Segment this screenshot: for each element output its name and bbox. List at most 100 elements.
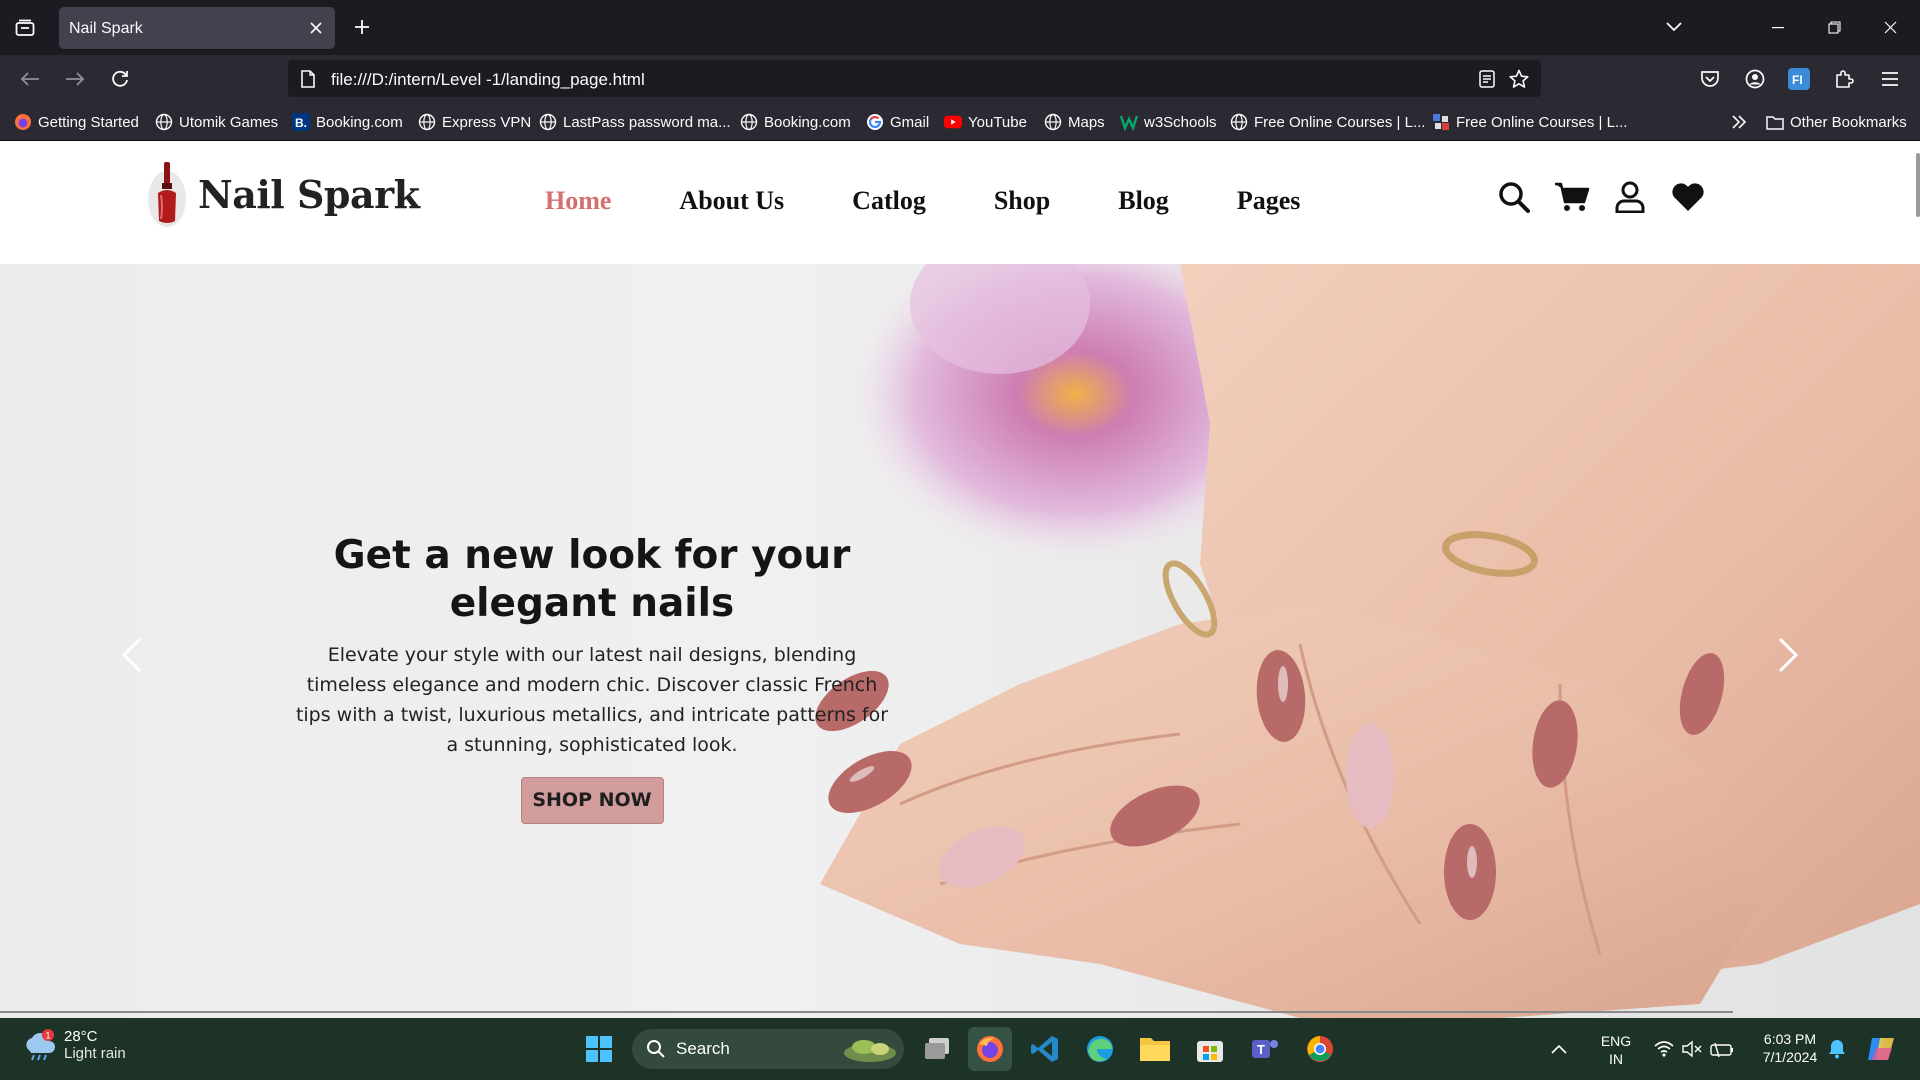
wifi-volume-battery-icons: [1654, 1040, 1733, 1058]
carousel-next-button[interactable]: [1768, 630, 1808, 680]
globe-icon: [740, 113, 758, 131]
menu-item-home[interactable]: Home: [545, 186, 611, 216]
hero-hands-image: [815, 264, 1920, 1018]
bookmark-item[interactable]: Maps: [1044, 111, 1105, 133]
reload-button[interactable]: [104, 63, 136, 95]
browser-window: Nail Spark file:///D:/intern/Level -1/la…: [0, 0, 1920, 1080]
bookmark-item[interactable]: YouTube: [944, 111, 1027, 133]
arrow-right-icon: [66, 72, 85, 86]
bookmark-item[interactable]: Gmail: [866, 111, 929, 133]
user-icon[interactable]: [1612, 179, 1648, 215]
bookmark-label: w3Schools: [1144, 113, 1217, 131]
bookmark-item[interactable]: LastPass password ma...: [539, 111, 731, 133]
taskbar-search-label: Search: [676, 1039, 730, 1058]
minimize-icon: [1772, 26, 1784, 28]
tab-close-button[interactable]: [305, 17, 327, 39]
bookmark-label: Free Online Courses | L...: [1456, 113, 1628, 131]
taskbar-vscode[interactable]: [1023, 1027, 1067, 1071]
bookmark-star-icon[interactable]: [1508, 69, 1530, 89]
taskbar-teams[interactable]: T: [1243, 1027, 1287, 1071]
new-tab-button[interactable]: [348, 13, 376, 41]
other-bookmarks-folder[interactable]: Other Bookmarks: [1766, 111, 1907, 133]
app-menu-button[interactable]: [1875, 64, 1905, 94]
chevron-down-icon: [1666, 22, 1682, 32]
menu-item-blog[interactable]: Blog: [1118, 186, 1169, 216]
booking-icon: B.: [292, 113, 310, 131]
cart-icon[interactable]: [1554, 179, 1590, 215]
taskbar-chrome[interactable]: [1298, 1027, 1342, 1071]
tab-list-button[interactable]: [10, 14, 40, 42]
menu-item-pages[interactable]: Pages: [1237, 186, 1301, 216]
tab-strip: Nail Spark: [0, 0, 1920, 55]
taskbar-firefox[interactable]: [968, 1027, 1012, 1071]
minimize-button[interactable]: [1750, 0, 1806, 55]
close-window-button[interactable]: [1862, 0, 1918, 55]
task-view-button[interactable]: [915, 1027, 959, 1071]
close-icon: [310, 22, 322, 34]
start-button[interactable]: [577, 1027, 621, 1071]
account-button[interactable]: [1740, 64, 1770, 94]
menu-item-catlog[interactable]: Catlog: [852, 186, 926, 216]
forward-button[interactable]: [59, 63, 91, 95]
back-button[interactable]: [14, 63, 46, 95]
bookmark-label: Booking.com: [316, 113, 403, 131]
clock-time: 6:03 PM: [1763, 1031, 1817, 1047]
extensions-button[interactable]: [1829, 64, 1859, 94]
tab-title: Nail Spark: [69, 20, 143, 37]
youtube-icon: [944, 113, 962, 131]
horizontal-scrollbar[interactable]: [0, 1011, 1733, 1013]
bookmark-item[interactable]: Utomik Games: [155, 111, 278, 133]
restore-button[interactable]: [1806, 0, 1862, 55]
bookmark-label: YouTube: [968, 113, 1027, 131]
edge-icon: [1087, 1036, 1113, 1062]
bookmark-item[interactable]: Getting Started: [14, 111, 139, 133]
bookmark-item[interactable]: Booking.com: [740, 111, 851, 133]
site-logo[interactable]: Nail Spark: [146, 159, 420, 229]
bookmark-label: Booking.com: [764, 113, 851, 131]
clock-date: 7/1/2024: [1762, 1049, 1818, 1065]
bookmark-item[interactable]: Free Online Courses | L...: [1230, 111, 1425, 133]
bookmarks-overflow-button[interactable]: [1731, 111, 1747, 133]
hero-caption: Get a new look for your elegant nails El…: [292, 532, 892, 824]
menu-item-about-us[interactable]: About Us: [679, 186, 784, 216]
active-tab[interactable]: Nail Spark: [59, 7, 335, 49]
bookmark-item[interactable]: B. Booking.com: [292, 111, 403, 133]
pocket-button[interactable]: [1695, 64, 1725, 94]
clock[interactable]: 6:03 PM 7/1/2024: [1745, 1030, 1835, 1066]
double-chevron-right-icon: [1732, 115, 1747, 129]
bookmark-item[interactable]: w3Schools: [1120, 111, 1217, 133]
list-all-tabs-button[interactable]: [1660, 13, 1688, 41]
taskbar-search[interactable]: Search: [632, 1029, 904, 1069]
taskbar-edge[interactable]: [1078, 1027, 1122, 1071]
vertical-scrollbar-thumb[interactable]: [1916, 153, 1920, 217]
site-header: Nail Spark Home About Us Catlog Shop Blo…: [0, 141, 1920, 264]
heart-icon[interactable]: [1670, 179, 1706, 215]
extension-fi-button[interactable]: FI: [1784, 64, 1814, 94]
language-line1: ENG: [1600, 1033, 1632, 1049]
shop-now-button[interactable]: SHOP NOW: [520, 777, 664, 824]
notifications-button[interactable]: [1823, 1027, 1851, 1071]
weather-widget[interactable]: 1 28°C Light rain: [22, 1028, 126, 1062]
reload-icon: [112, 70, 128, 87]
svg-text:B.: B.: [295, 116, 307, 130]
hero-title: Get a new look for your elegant nails: [333, 533, 851, 626]
reader-view-icon[interactable]: [1476, 69, 1498, 89]
google-icon: [866, 113, 884, 131]
taskbar-store[interactable]: [1188, 1027, 1232, 1071]
url-bar[interactable]: file:///D:/intern/Level -1/landing_page.…: [288, 60, 1541, 97]
tray-overflow-button[interactable]: [1546, 1027, 1572, 1071]
navigation-toolbar: file:///D:/intern/Level -1/landing_page.…: [0, 55, 1920, 101]
bookmark-item[interactable]: Express VPN: [418, 111, 531, 133]
quick-settings[interactable]: [1650, 1027, 1740, 1071]
chrome-icon: [1307, 1036, 1333, 1062]
bookmark-item[interactable]: Free Online Courses | L...: [1432, 111, 1627, 133]
language-indicator[interactable]: ENG IN: [1598, 1032, 1634, 1068]
url-text[interactable]: file:///D:/intern/Level -1/landing_page.…: [331, 70, 645, 90]
copilot-button[interactable]: [1860, 1027, 1904, 1071]
carousel-prev-button[interactable]: [112, 630, 152, 680]
firefox-icon: [977, 1036, 1003, 1062]
search-icon[interactable]: [1496, 179, 1532, 215]
bookmark-label: Free Online Courses | L...: [1254, 113, 1426, 131]
taskbar-file-explorer[interactable]: [1133, 1027, 1177, 1071]
menu-item-shop[interactable]: Shop: [994, 186, 1050, 216]
